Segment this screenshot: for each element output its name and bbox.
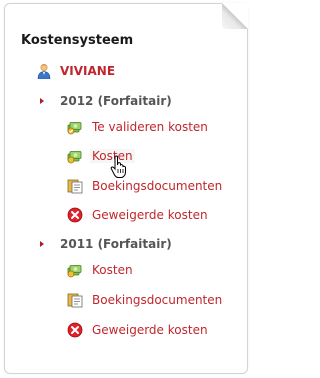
menu-item-label: Boekingsdocumenten (92, 179, 223, 193)
rejected-icon (67, 207, 83, 223)
menu-item-label: Geweigerde kosten (92, 323, 208, 337)
year-label: 2012 (Forfaitair) (60, 94, 172, 108)
money-icon (67, 151, 82, 164)
expand-arrow-icon (40, 241, 44, 247)
menu-item-label: Boekingsdocumenten (92, 293, 223, 307)
rejected-icon (67, 322, 83, 338)
year-2012-toggle[interactable]: 2012 (Forfaitair) (40, 93, 172, 109)
documents-icon (67, 293, 83, 308)
expand-arrow-icon (40, 98, 44, 104)
menu-item-te-valideren-kosten[interactable]: Te valideren kosten (67, 118, 208, 136)
menu-item-geweigerde-kosten[interactable]: Geweigerde kosten (67, 321, 208, 339)
year-label: 2011 (Forfaitair) (60, 237, 172, 251)
year-2011-toggle[interactable]: 2011 (Forfaitair) (40, 236, 172, 252)
user-icon (37, 63, 51, 79)
menu-item-label: Te valideren kosten (92, 120, 208, 134)
documents-icon (67, 179, 83, 194)
menu-item-geweigerde-kosten[interactable]: Geweigerde kosten (67, 206, 208, 224)
money-icon (67, 265, 82, 278)
hand-pointer-cursor-icon (110, 155, 126, 178)
user-link[interactable]: VIVIANE (36, 63, 115, 79)
user-name: VIVIANE (60, 64, 116, 78)
panel-title: Kostensysteem (21, 33, 134, 48)
money-validate-icon (67, 122, 82, 135)
menu-item-label: Kosten (92, 263, 133, 277)
menu-item-kosten[interactable]: Kosten (67, 261, 133, 279)
menu-item-boekingsdocumenten[interactable]: Boekingsdocumenten (67, 291, 222, 309)
menu-item-label: Geweigerde kosten (92, 208, 208, 222)
menu-item-boekingsdocumenten[interactable]: Boekingsdocumenten (67, 177, 222, 195)
page-corner-fold (222, 3, 248, 29)
